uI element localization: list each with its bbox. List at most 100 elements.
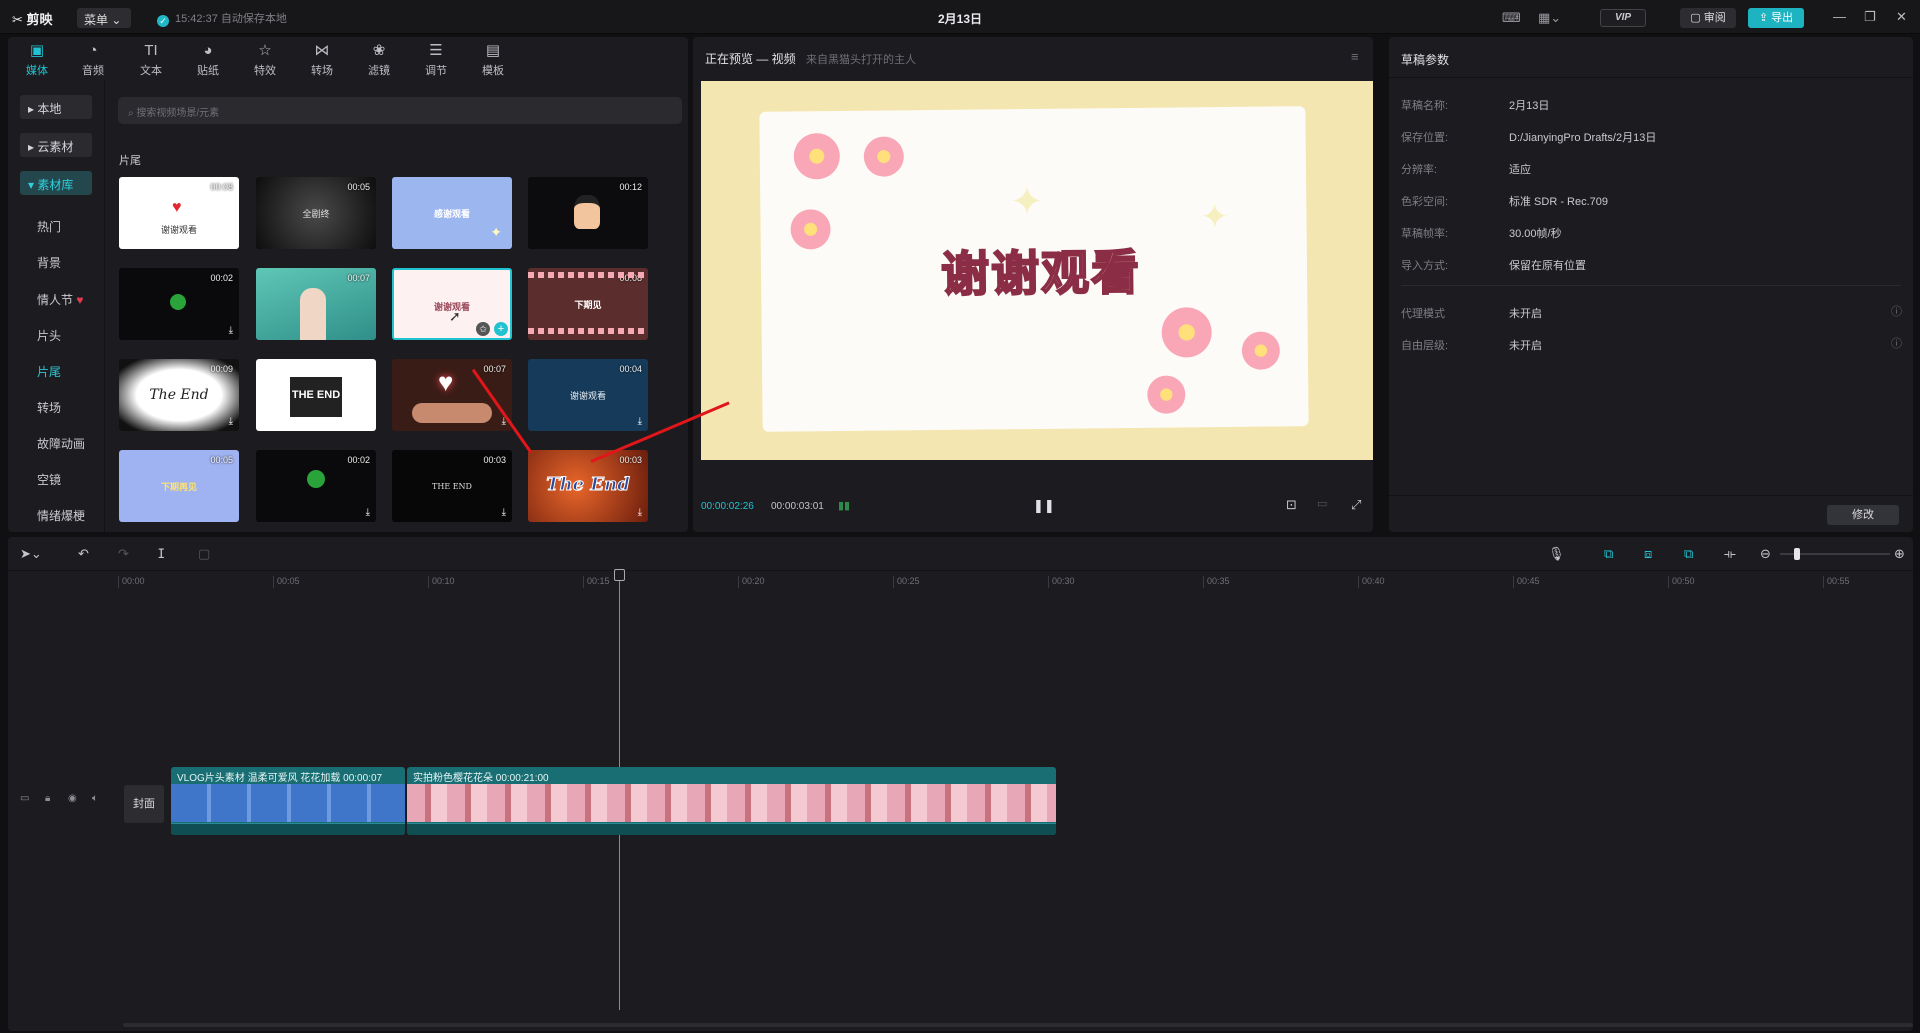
search-input[interactable]: ⌕ 搜索视频场景/元素: [118, 97, 682, 124]
thumb-item[interactable]: 00:03 THE END ⤓: [392, 450, 512, 522]
thumb-item[interactable]: 感谢观看 ✦: [392, 177, 512, 249]
link-icon[interactable]: ⧉: [1684, 546, 1693, 562]
prop-value: 30.00帧/秒: [1509, 228, 1562, 240]
ruler-tick: 00:30: [1048, 576, 1075, 588]
horizontal-scrollbar[interactable]: [123, 1023, 1913, 1027]
pause-button[interactable]: ❚❚: [1033, 498, 1055, 514]
volume-icon[interactable]: 🔈︎: [92, 793, 98, 804]
sidebar-item-meme[interactable]: 情绪爆梗: [37, 507, 85, 524]
flower-decoration: [863, 136, 905, 177]
thumb-item[interactable]: 00:08 下期见: [528, 268, 648, 340]
keyboard-icon[interactable]: ⌨: [1502, 10, 1521, 26]
microphone-icon[interactable]: 🎙: [1548, 546, 1565, 562]
ratio-icon[interactable]: ▭: [1317, 497, 1327, 510]
sidebar-item-intro[interactable]: 片头: [37, 327, 61, 344]
download-icon[interactable]: ⤓: [229, 325, 233, 336]
thumb-item[interactable]: 00:12: [528, 177, 648, 249]
thumb-item[interactable]: THE END ⤓: [256, 359, 376, 431]
download-icon[interactable]: ⤓: [638, 507, 642, 518]
video-canvas[interactable]: ✦ ✦ 谢谢观看: [701, 81, 1373, 460]
help-icon[interactable]: ⓘ: [1891, 303, 1902, 319]
thumb-item[interactable]: 00:04 谢谢观看 ⤓: [528, 359, 648, 431]
menu-label: 菜单: [84, 13, 109, 27]
sidebar-item-background[interactable]: 背景: [37, 254, 61, 271]
video-clip[interactable]: VLOG片头素材 温柔可爱风 花花加载 00:00:07: [171, 767, 405, 835]
thumb-item[interactable]: 00:05 全剧终: [256, 177, 376, 249]
download-icon[interactable]: ⤓: [366, 507, 370, 518]
sidebar-item-hot[interactable]: 热门: [37, 218, 61, 235]
thumb-item[interactable]: 00:03 The End ⤓: [528, 450, 648, 522]
download-icon[interactable]: ⤓: [638, 416, 642, 427]
thumb-item[interactable]: 00:02 ⤓: [256, 450, 376, 522]
tab-media[interactable]: ▣ 媒体: [12, 41, 62, 78]
thumb-duration: 00:08: [210, 182, 233, 192]
tab-audio[interactable]: ◔ 音频: [68, 41, 118, 78]
minimize-icon[interactable]: —: [1833, 9, 1846, 24]
review-button[interactable]: ▢ 审阅: [1680, 8, 1736, 28]
sidebar-item-empty-shot[interactable]: 空镜: [37, 471, 61, 488]
tab-adjust[interactable]: ☰ 调节: [411, 41, 461, 78]
main-track-magnet-icon[interactable]: ⧉: [1604, 546, 1613, 562]
eye-icon[interactable]: ◉: [68, 793, 77, 804]
auto-snap-icon[interactable]: ⧈: [1644, 546, 1652, 562]
prop-value: 2月13日: [1509, 100, 1550, 112]
thumb-item-selected[interactable]: 谢谢观看 ➚ ✩ +: [392, 268, 512, 340]
star-icon[interactable]: ✩: [476, 322, 490, 336]
zoom-in-icon[interactable]: ⊕: [1894, 546, 1905, 562]
lock-icon[interactable]: 🔒︎: [45, 793, 50, 804]
select-tool-icon[interactable]: ➤⌄: [20, 546, 42, 562]
sidebar-label: 本地: [37, 102, 62, 116]
redo-icon[interactable]: ↷: [118, 546, 129, 562]
timeline-ruler[interactable]: 00:00 00:05 00:10 00:15 00:20 00:25 00:30 00:35…: [118, 572, 1913, 592]
menu-icon[interactable]: ≡: [1351, 49, 1359, 64]
video-clip[interactable]: 实拍粉色樱花花朵 00:00:21:00: [407, 767, 1056, 835]
tab-transition[interactable]: ⋈ 转场: [297, 41, 347, 78]
close-icon[interactable]: ✕: [1896, 9, 1907, 25]
tab-text[interactable]: TI 文本: [126, 41, 176, 78]
export-button[interactable]: ⇪ 导出: [1748, 8, 1804, 28]
clip-duration: 00:00:07: [343, 773, 383, 784]
thumb-item[interactable]: 00:05 下期再见: [119, 450, 239, 522]
sidebar-item-local[interactable]: ▸ 本地: [20, 95, 92, 119]
tab-template[interactable]: ▤ 模板: [468, 41, 518, 78]
thumb-item[interactable]: 00:07 ♥ ⤓: [392, 359, 512, 431]
help-icon[interactable]: ⓘ: [1891, 335, 1902, 351]
playhead-handle[interactable]: [614, 569, 625, 581]
track-toggle-icon[interactable]: ▭: [20, 793, 29, 804]
thumb-item[interactable]: 00:08 ♥ 谢谢观看: [119, 177, 239, 249]
download-icon[interactable]: ⤓: [229, 416, 233, 427]
sidebar-item-cloud[interactable]: ▸ 云素材: [20, 133, 92, 157]
thumb-text: 谢谢观看: [569, 391, 606, 401]
fullscreen-icon[interactable]: ⤢: [1351, 497, 1361, 513]
split-icon[interactable]: ⵊ: [158, 546, 165, 562]
zoom-slider-handle[interactable]: [1794, 548, 1800, 560]
thumb-item[interactable]: 00:02 ⤓: [119, 268, 239, 340]
sidebar-item-glitch[interactable]: 故障动画: [37, 435, 85, 452]
preview-axis-icon[interactable]: ⟛: [1724, 546, 1736, 562]
restore-icon[interactable]: ❐: [1864, 9, 1876, 25]
zoom-out-icon[interactable]: ⊖: [1760, 546, 1771, 562]
thumb-item[interactable]: 00:07: [256, 268, 376, 340]
sidebar-item-transition[interactable]: 转场: [37, 399, 61, 416]
menu-button[interactable]: 菜单 ⌄: [77, 8, 131, 28]
vip-badge[interactable]: VIP: [1600, 9, 1646, 27]
add-icon[interactable]: +: [494, 322, 508, 336]
download-icon[interactable]: ⤓: [502, 507, 506, 518]
layout-icon[interactable]: ▦⌄: [1538, 10, 1561, 26]
modify-button[interactable]: 修改: [1827, 505, 1899, 525]
tab-sticker[interactable]: ◕ 贴纸: [183, 41, 233, 78]
thumb-item[interactable]: 00:09 The End ⤓: [119, 359, 239, 431]
screenshot-icon[interactable]: ⊡: [1286, 497, 1297, 513]
ruler-tick: 00:40: [1358, 576, 1385, 588]
divider: [1401, 285, 1901, 286]
tab-label: 音频: [82, 65, 104, 77]
delete-icon[interactable]: ▢: [198, 546, 210, 562]
download-icon[interactable]: ⤓: [366, 416, 370, 427]
sidebar-item-valentine[interactable]: 情人节 ♥: [37, 291, 83, 308]
undo-icon[interactable]: ↶: [78, 546, 89, 562]
cover-button[interactable]: 封面: [124, 785, 164, 823]
tab-effects[interactable]: ☆ 特效: [240, 41, 290, 78]
sidebar-item-outro[interactable]: 片尾: [37, 363, 61, 380]
sidebar-item-library[interactable]: ▾ 素材库: [20, 171, 92, 195]
tab-filter[interactable]: ❀ 滤镜: [354, 41, 404, 78]
